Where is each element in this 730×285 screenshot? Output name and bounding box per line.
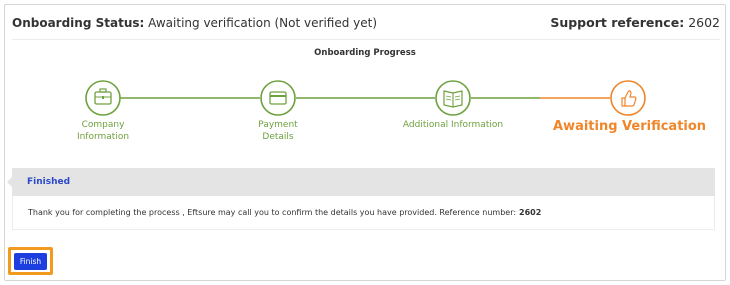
step-label-line: Additional Information <box>402 120 504 130</box>
step-company-information: Company Information <box>63 119 143 143</box>
finished-header: Finished <box>12 168 715 196</box>
credit-card-icon <box>260 80 296 116</box>
finish-button[interactable]: Finish <box>14 253 47 270</box>
step-label-line: Company <box>81 120 125 130</box>
step-additional-information: Additional Information <box>393 119 513 131</box>
completion-message: Thank you for completing the process , E… <box>12 196 715 230</box>
finished-title: Finished <box>27 177 71 187</box>
step-label-line: Information <box>76 132 130 142</box>
briefcase-icon <box>85 80 121 116</box>
step-payment-details: Payment Details <box>238 119 318 143</box>
book-icon <box>435 80 471 116</box>
step-awaiting-verification: Awaiting Verification <box>553 119 707 135</box>
thumbs-up-icon <box>610 80 646 116</box>
step-label-line: Details <box>262 132 294 142</box>
step-label-line: Awaiting Verification <box>553 119 707 134</box>
completion-message-text: Thank you for completing the process , E… <box>28 208 517 217</box>
step-label-line: Payment <box>258 120 298 130</box>
completion-reference-number: 2602 <box>519 208 542 217</box>
